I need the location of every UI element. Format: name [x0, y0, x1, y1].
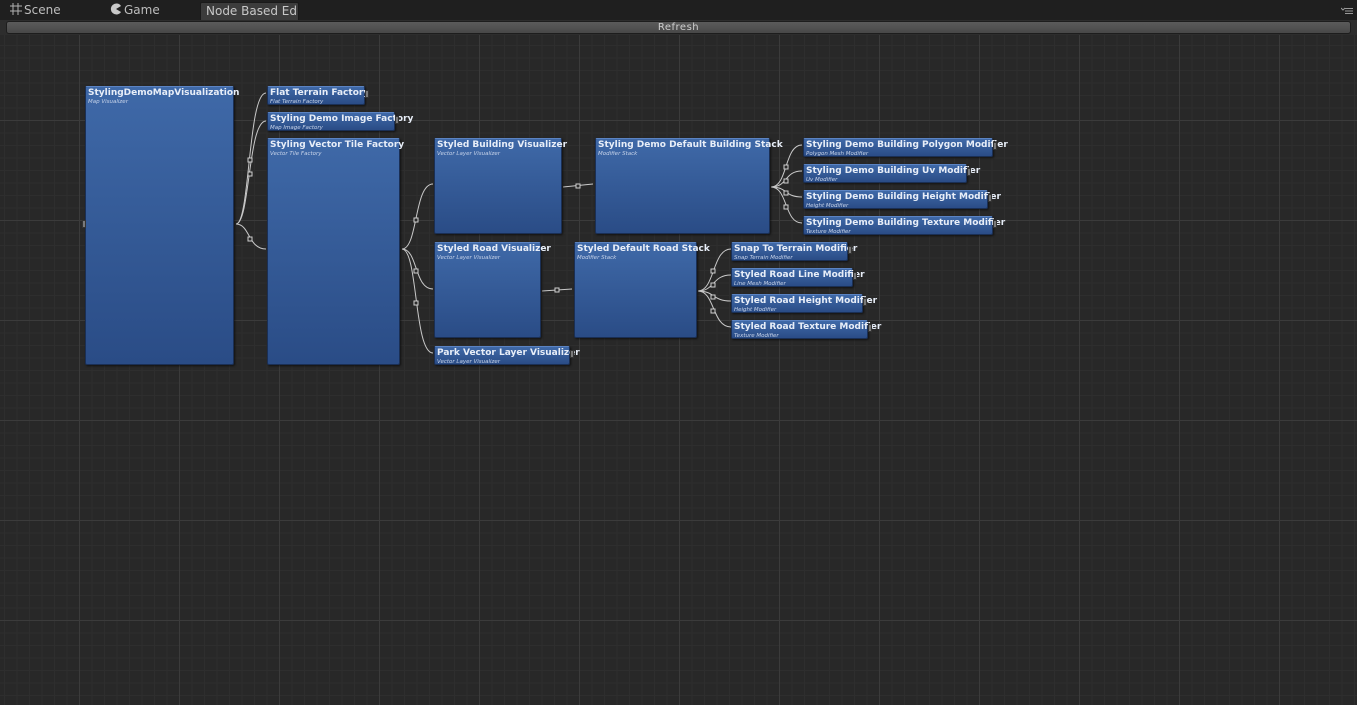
node-type: Map Image Factory [270, 125, 323, 131]
node-type: Flat Terrain Factory [270, 99, 324, 105]
wire-knot [783, 178, 789, 184]
node-road-stack[interactable]: Styled Default Road Stack Modifier Stack [574, 242, 710, 338]
wire-knot [783, 190, 789, 196]
tab-node-label: Node Based Ed [206, 4, 297, 18]
tab-game[interactable]: Game [104, 1, 194, 20]
wire-knot [413, 300, 419, 306]
node-title: Styled Road Texture Modifier [734, 322, 882, 332]
tab-node-based-editor[interactable]: Node Based Ed [200, 2, 299, 20]
node-type: Snap Terrain Modifier [734, 255, 793, 261]
node-title: Styled Road Visualizer [437, 244, 551, 254]
node-building-texture-modifier[interactable]: Styling Demo Building Texture Modifier T… [803, 216, 1005, 235]
node-park-visualizer[interactable]: Park Vector Layer Visualizer Vector Laye… [434, 346, 580, 365]
node-title: Styled Default Road Stack [577, 244, 710, 254]
refresh-button[interactable]: Refresh [6, 21, 1351, 34]
node-type: Vector Tile Factory [270, 151, 322, 157]
node-output-port[interactable] [863, 298, 867, 306]
node-building-visualizer[interactable]: Styled Building Visualizer Vector Layer … [434, 138, 567, 234]
node-flat-terrain-factory[interactable]: Flat Terrain Factory Flat Terrain Factor… [267, 86, 369, 105]
wire-knot [710, 294, 716, 300]
node-title: Styled Road Height Modifier [734, 296, 878, 306]
menu-icon[interactable] [1341, 6, 1353, 16]
wire-knot [247, 171, 253, 177]
node-type: Vector Layer Visualizer [437, 151, 501, 157]
wire-knot [783, 164, 789, 170]
node-type: Texture Modifier [734, 333, 779, 339]
node-title: Styling Demo Default Building Stack [598, 140, 783, 150]
node-output-port[interactable] [868, 324, 872, 332]
wire-knot [413, 268, 419, 274]
editor-tab-bar: Scene Game Node Based Ed [0, 0, 1357, 21]
node-type: Height Modifier [734, 307, 777, 313]
tab-scene[interactable]: Scene [4, 1, 94, 20]
node-type: Modifier Stack [598, 151, 638, 157]
grid-icon [10, 3, 22, 15]
node-output-port[interactable] [988, 194, 992, 202]
node-type: Map Visualizer [88, 99, 128, 105]
node-output-port[interactable] [993, 220, 997, 228]
wire-knot [783, 204, 789, 210]
tab-game-label: Game [124, 3, 160, 17]
node-type: Vector Layer Visualizer [437, 255, 501, 261]
node-road-line-modifier[interactable]: Styled Road Line Modifier Line Mesh Modi… [731, 268, 865, 287]
node-output-port[interactable] [848, 246, 852, 254]
node-output-port[interactable] [365, 90, 369, 98]
toolbar: Refresh [0, 20, 1357, 35]
node-title: Styling Demo Building Texture Modifier [806, 218, 1006, 228]
node-title: Snap To Terrain Modifier [734, 244, 858, 254]
node-title: Styling Demo Building Uv Modifier [806, 166, 981, 176]
wire-knot [575, 183, 581, 189]
wire-knot [247, 236, 253, 242]
node-building-height-modifier[interactable]: Styling Demo Building Height Modifier He… [803, 190, 1001, 209]
wire-knot [710, 282, 716, 288]
node-type: Texture Modifier [806, 229, 851, 235]
node-road-texture-modifier[interactable]: Styled Road Texture Modifier Texture Mod… [731, 320, 881, 339]
node-type: Vector Layer Visualizer [437, 359, 501, 365]
node-title: Flat Terrain Factory [270, 88, 370, 98]
wire-knot [710, 268, 716, 274]
node-title: Styling Vector Tile Factory [270, 140, 405, 150]
node-vector-tile-factory[interactable]: Styling Vector Tile Factory Vector Tile … [267, 138, 404, 365]
node-building-polygon-modifier[interactable]: Styling Demo Building Polygon Modifier P… [803, 138, 1008, 157]
node-type: Uv Modifier [806, 177, 838, 183]
node-snap-terrain-modifier[interactable]: Snap To Terrain Modifier Snap Terrain Mo… [731, 242, 857, 261]
node-image-factory[interactable]: Styling Demo Image Factory Map Image Fac… [267, 112, 413, 131]
node-type: Line Mesh Modifier [734, 281, 786, 287]
node-output-port[interactable] [395, 116, 399, 124]
tab-scene-label: Scene [24, 3, 61, 17]
pacman-icon [110, 3, 121, 15]
node-title: StylingDemoMapVisualization [88, 88, 240, 98]
node-title: Styled Road Line Modifier [734, 270, 865, 280]
node-road-height-modifier[interactable]: Styled Road Height Modifier Height Modif… [731, 294, 877, 313]
node-type: Modifier Stack [577, 255, 617, 261]
node-building-uv-modifier[interactable]: Styling Demo Building Uv Modifier Uv Mod… [803, 164, 980, 183]
node-type: Height Modifier [806, 203, 849, 209]
wire-knot [710, 308, 716, 314]
node-building-stack[interactable]: Styling Demo Default Building Stack Modi… [595, 138, 783, 234]
node-output-port[interactable] [853, 272, 857, 280]
node-road-visualizer[interactable]: Styled Road Visualizer Vector Layer Visu… [434, 242, 551, 338]
node-title: Styling Demo Image Factory [270, 114, 414, 124]
node-input-port[interactable] [82, 220, 86, 228]
node-title: Styling Demo Building Height Modifier [806, 192, 1001, 202]
wire-knot [247, 157, 253, 163]
wire-tile-to-building-visualizer [401, 183, 434, 250]
node-type: Polygon Mesh Modifier [806, 151, 869, 157]
node-graph-canvas[interactable]: StylingDemoMapVisualization Map Visualiz… [0, 35, 1357, 705]
node-title: Park Vector Layer Visualizer [437, 348, 580, 358]
node-map-visualization[interactable]: StylingDemoMapVisualization Map Visualiz… [85, 86, 239, 365]
wire-knot [413, 217, 419, 223]
node-output-port[interactable] [967, 168, 971, 176]
node-output-port[interactable] [570, 350, 574, 358]
node-title: Styling Demo Building Polygon Modifier [806, 140, 1008, 150]
node-title: Styled Building Visualizer [437, 140, 568, 150]
wire-knot [554, 287, 560, 293]
node-output-port[interactable] [993, 142, 997, 150]
